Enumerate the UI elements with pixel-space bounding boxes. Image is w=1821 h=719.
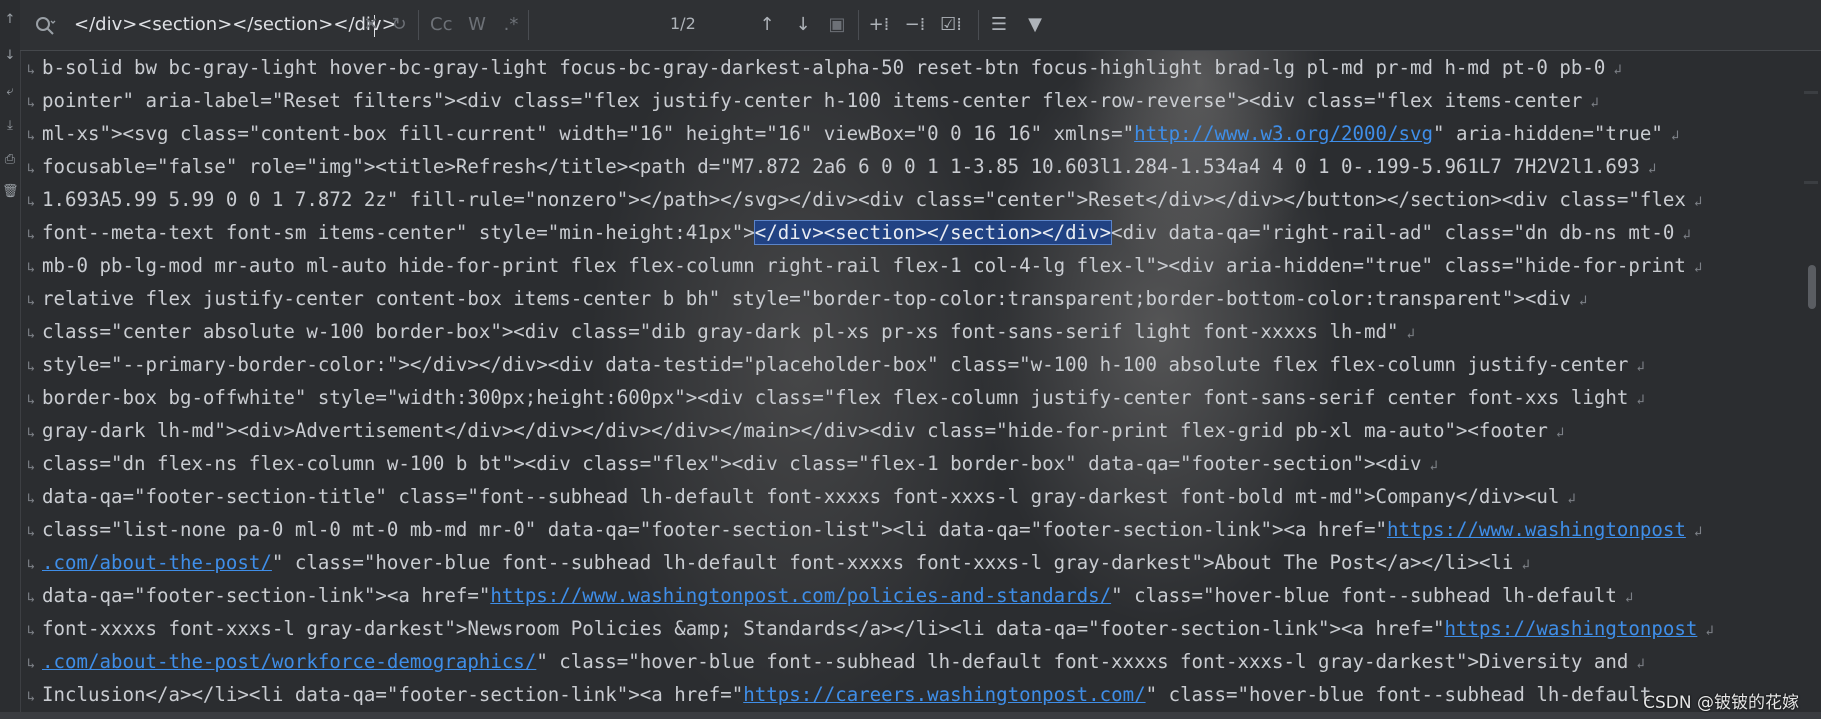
search-field[interactable]: </div><section></section></div>	[28, 9, 628, 41]
code-line: ↳ .com/about-the-post/" class="hover-blue…	[26, 551, 1530, 574]
arrow-up-icon[interactable]: ↑	[2, 12, 18, 28]
toolbar-separator	[978, 10, 979, 40]
vertical-scrollbar[interactable]	[1801, 51, 1821, 719]
magnifier-icon[interactable]	[34, 15, 56, 37]
search-input[interactable]: </div><section></section></div>	[74, 14, 397, 35]
trash-icon[interactable]: 🗑	[2, 184, 19, 200]
soft-wrap-icon[interactable]: ⤶	[2, 84, 18, 100]
code-line: ↳ font--meta-text font-sm items-center" s…	[26, 220, 1691, 245]
match-case-button[interactable]: Cc	[430, 12, 452, 38]
find-toolbar: </div><section></section></div> ✕ ↻ Cc W…	[20, 0, 1821, 51]
code-line: ↳ b-solid bw bc-gray-light hover-bc-gray-…	[26, 56, 1622, 79]
search-match-highlight: </div><section></section></div>	[753, 220, 1113, 245]
arrow-down-icon[interactable]: ↓	[2, 48, 18, 64]
code-line: ↳ data-qa="footer-section-link"><a href="…	[26, 584, 1634, 607]
code-line: ↳ style="--primary-border-color:"></div><…	[26, 353, 1645, 376]
code-line: ↳ font-xxxxs font-xxxs-l gray-darkest">Ne…	[26, 617, 1714, 640]
left-gutter: ↑ ↓ ⤶ ⤓ ⎙ 🗑	[0, 0, 21, 719]
scroll-marker	[1804, 91, 1818, 94]
filter-icon[interactable]: ▼	[1024, 12, 1046, 38]
code-line: ↳ pointer" aria-label="Reset filters"><di…	[26, 89, 1599, 112]
code-line: ↳ focusable="false" role="img"><title>Ref…	[26, 155, 1657, 178]
toolbar-separator	[858, 10, 859, 40]
code-line: ↳ .com/about-the-post/workforce-demograph…	[26, 650, 1645, 673]
code-link[interactable]: https://careers.washingtonpost.com/	[743, 683, 1145, 706]
code-line: ↳ class="center absolute w-100 border-box…	[26, 320, 1415, 343]
code-link[interactable]: https://washingtonpost	[1444, 617, 1697, 640]
code-line: ↳ border-box bg-offwhite" style="width:30…	[26, 386, 1645, 409]
match-count: 1/2	[670, 14, 696, 33]
add-selection-icon[interactable]: +⁞	[868, 12, 890, 38]
code-link[interactable]: https://www.washingtonpost.com/policies-…	[490, 584, 1111, 607]
toolbar-separator	[528, 10, 529, 40]
code-line: ↳ class="list-none pa-0 ml-0 mt-0 mb-md m…	[26, 518, 1703, 541]
scroll-to-end-icon[interactable]: ⤓	[2, 118, 18, 134]
code-line: ↳ data-qa="footer-section-title" class="f…	[26, 485, 1576, 508]
toggle-selection-icon[interactable]: ☑⁞	[940, 12, 962, 38]
code-link[interactable]: .com/about-the-post/workforce-demographi…	[42, 650, 536, 673]
select-all-icon[interactable]: ▣	[826, 12, 848, 38]
filter-lines-icon[interactable]: ☰	[988, 12, 1010, 38]
code-link[interactable]: .com/about-the-post/	[42, 551, 272, 574]
remove-selection-icon[interactable]: −⁞	[904, 12, 926, 38]
code-line: ↳ class="dn flex-ns flex-column w-100 b b…	[26, 452, 1438, 475]
scroll-marker	[1804, 181, 1818, 184]
code-line: ↳ 1.693A5.99 5.99 0 0 1 7.872 2z" fill-ru…	[26, 188, 1703, 211]
code-link[interactable]: http://www.w3.org/2000/svg	[1134, 122, 1433, 145]
code-editor[interactable]: ↳ b-solid bw bc-gray-light hover-bc-gray-…	[20, 51, 1800, 719]
scrollbar-thumb[interactable]	[1808, 265, 1816, 309]
code-line: ↳ Inclusion</a></li><li data-qa="footer-s…	[26, 683, 1652, 706]
toolbar-separator	[418, 10, 419, 40]
code-line: ↳ ml-xs"><svg class="content-box fill-cur…	[26, 122, 1680, 145]
regex-button[interactable]: .*	[500, 12, 522, 38]
arrow-up-icon[interactable]: ↑	[756, 12, 778, 38]
code-line: ↳ mb-0 pb-lg-mod mr-auto ml-auto hide-for…	[26, 254, 1703, 277]
print-icon[interactable]: ⎙	[2, 152, 18, 168]
words-button[interactable]: W	[466, 12, 488, 38]
horizontal-scrollbar[interactable]	[0, 712, 1821, 719]
close-icon[interactable]: ✕	[360, 12, 382, 38]
watermark: CSDN @铍铍的花嫁	[1643, 693, 1799, 713]
code-line: ↳ gray-dark lh-md"><div>Advertisement</di…	[26, 419, 1565, 442]
code-link[interactable]: https://www.washingtonpost	[1387, 518, 1686, 541]
code-line: ↳ relative flex justify-center content-bo…	[26, 287, 1588, 310]
arrow-down-icon[interactable]: ↓	[792, 12, 814, 38]
history-icon[interactable]: ↻	[388, 12, 410, 38]
